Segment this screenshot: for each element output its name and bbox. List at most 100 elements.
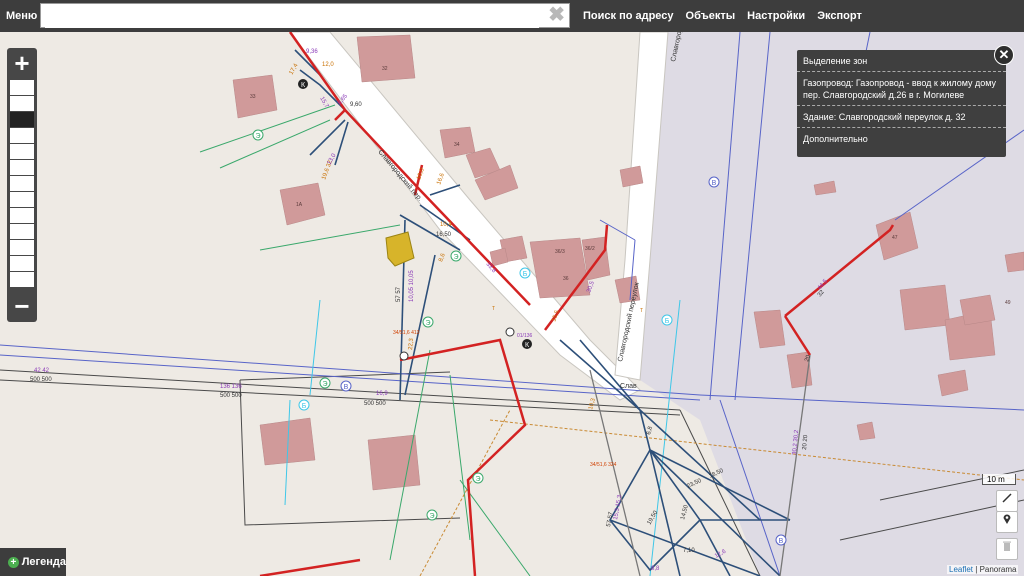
zoom-in-button[interactable]: + (7, 49, 37, 77)
top-nav: Поиск по адресу Объекты Настройки Экспор… (583, 0, 874, 32)
svg-text:32: 32 (382, 66, 388, 72)
zoom-control: + − (7, 48, 37, 322)
svg-text:В: В (712, 180, 717, 187)
marker-v: В (708, 176, 720, 188)
svg-text:Э: Э (453, 254, 458, 261)
zoom-level-current[interactable] (10, 112, 34, 127)
svg-text:10,05 10,05: 10,05 10,05 (409, 270, 415, 302)
popup-title: Выделение зон (797, 50, 1006, 72)
svg-text:В: В (779, 538, 784, 545)
menu-button[interactable]: Меню (0, 10, 40, 22)
zoom-level[interactable] (10, 144, 34, 159)
zoom-level[interactable] (10, 208, 34, 223)
zoom-level[interactable] (10, 128, 34, 143)
zoom-out-button[interactable]: − (7, 292, 37, 320)
zone-selection-popup: Выделение зон Газопровод: Газопровод - в… (797, 50, 1006, 157)
svg-text:9,60: 9,60 (350, 102, 362, 108)
leaflet-link[interactable]: Leaflet (949, 565, 973, 574)
legend-label: Легенда (21, 556, 66, 568)
svg-text:36/3: 36/3 (555, 249, 565, 255)
marker-k: К (522, 339, 532, 349)
marker-valve (505, 327, 515, 337)
svg-text:В: В (344, 384, 349, 391)
svg-text:Э: Э (255, 133, 260, 140)
panorama-label: Panorama (979, 565, 1017, 574)
top-bar: Меню ✖ Поиск по адресу Объекты Настройки… (0, 0, 1024, 32)
zoom-level[interactable] (10, 176, 34, 191)
svg-text:42 42: 42 42 (34, 368, 50, 374)
nav-export[interactable]: Экспорт (817, 10, 862, 22)
svg-text:34/51,6 324: 34/51,6 324 (590, 462, 617, 468)
svg-text:Б: Б (302, 403, 307, 410)
marker-b: Б (661, 314, 673, 326)
svg-text:Б: Б (665, 318, 670, 325)
marker-b: Б (519, 267, 531, 279)
svg-text:34: 34 (454, 142, 460, 148)
svg-text:36/2: 36/2 (585, 246, 595, 252)
svg-text:1А: 1А (296, 202, 303, 208)
svg-text:22,3: 22,3 (408, 337, 415, 350)
marker-e: Э (319, 377, 331, 389)
svg-text:36: 36 (563, 276, 569, 282)
search-input[interactable] (45, 5, 539, 28)
popup-more[interactable]: Дополнительно (797, 128, 1006, 149)
map-attribution: Leaflet | Panorama (947, 565, 1019, 574)
svg-text:9,36: 9,36 (306, 49, 318, 55)
plus-icon: + (8, 556, 19, 568)
marker-valve (399, 351, 409, 361)
nav-settings[interactable]: Настройки (747, 10, 805, 22)
nav-address-search[interactable]: Поиск по адресу (583, 10, 674, 22)
marker-e: Э (450, 250, 462, 262)
popup-building[interactable]: Здание: Славгородский переулок д. 32 (797, 106, 1006, 128)
svg-text:16,50: 16,50 (436, 232, 452, 238)
svg-text:500 500: 500 500 (30, 377, 52, 383)
svg-text:7,10: 7,10 (683, 548, 695, 554)
delete-tool-icon[interactable] (996, 538, 1018, 560)
marker-v: В (340, 380, 352, 392)
svg-text:57 57: 57 57 (396, 286, 402, 302)
svg-text:Э: Э (429, 513, 434, 520)
svg-text:16,9: 16,9 (376, 391, 388, 397)
svg-text:49: 49 (1005, 300, 1011, 306)
svg-text:136 136: 136 136 (220, 384, 242, 390)
measure-tool-icon[interactable] (996, 490, 1018, 512)
zoom-level[interactable] (10, 80, 34, 95)
svg-text:500 500: 500 500 (220, 393, 242, 399)
nav-objects[interactable]: Объекты (686, 10, 736, 22)
marker-tool-icon[interactable] (996, 511, 1018, 533)
legend-button[interactable]: + Легенда (0, 548, 66, 576)
scale-bar: 10 m (982, 474, 1016, 485)
svg-text:8,8: 8,8 (651, 566, 660, 572)
svg-text:Э: Э (475, 476, 480, 483)
marker-v: В (775, 534, 787, 546)
svg-text:Э: Э (425, 320, 430, 327)
marker-e: Э (426, 509, 438, 521)
svg-text:Э: Э (322, 381, 327, 388)
zoom-level[interactable] (10, 160, 34, 175)
svg-text:10,4: 10,4 (440, 222, 452, 228)
svg-text:Б: Б (523, 271, 528, 278)
marker-e: Э (472, 472, 484, 484)
svg-text:33: 33 (250, 94, 256, 100)
clear-search-icon[interactable]: ✖ (548, 5, 565, 26)
zoom-level[interactable] (10, 224, 34, 239)
svg-text:Т: Т (640, 308, 643, 314)
svg-text:34/51,6 413: 34/51,6 413 (393, 330, 420, 336)
zoom-level[interactable] (10, 96, 34, 111)
svg-text:Слав: Слав (620, 383, 637, 390)
marker-k: К (298, 79, 308, 89)
close-popup-icon[interactable]: ✕ (994, 45, 1014, 65)
svg-text:500 500: 500 500 (364, 401, 386, 407)
zoom-level[interactable] (10, 192, 34, 207)
svg-text:01/136: 01/136 (517, 333, 533, 339)
svg-text:12,0: 12,0 (322, 62, 334, 68)
zoom-level[interactable] (10, 272, 34, 287)
zoom-level[interactable] (10, 256, 34, 271)
marker-e: Э (422, 316, 434, 328)
search-box: ✖ (40, 3, 570, 28)
marker-e: Э (252, 129, 264, 141)
marker-b: Б (298, 399, 310, 411)
svg-text:Т: Т (492, 306, 495, 312)
popup-gas-line[interactable]: Газопровод: Газопровод - ввод к жилому д… (797, 72, 1006, 106)
zoom-level[interactable] (10, 240, 34, 255)
